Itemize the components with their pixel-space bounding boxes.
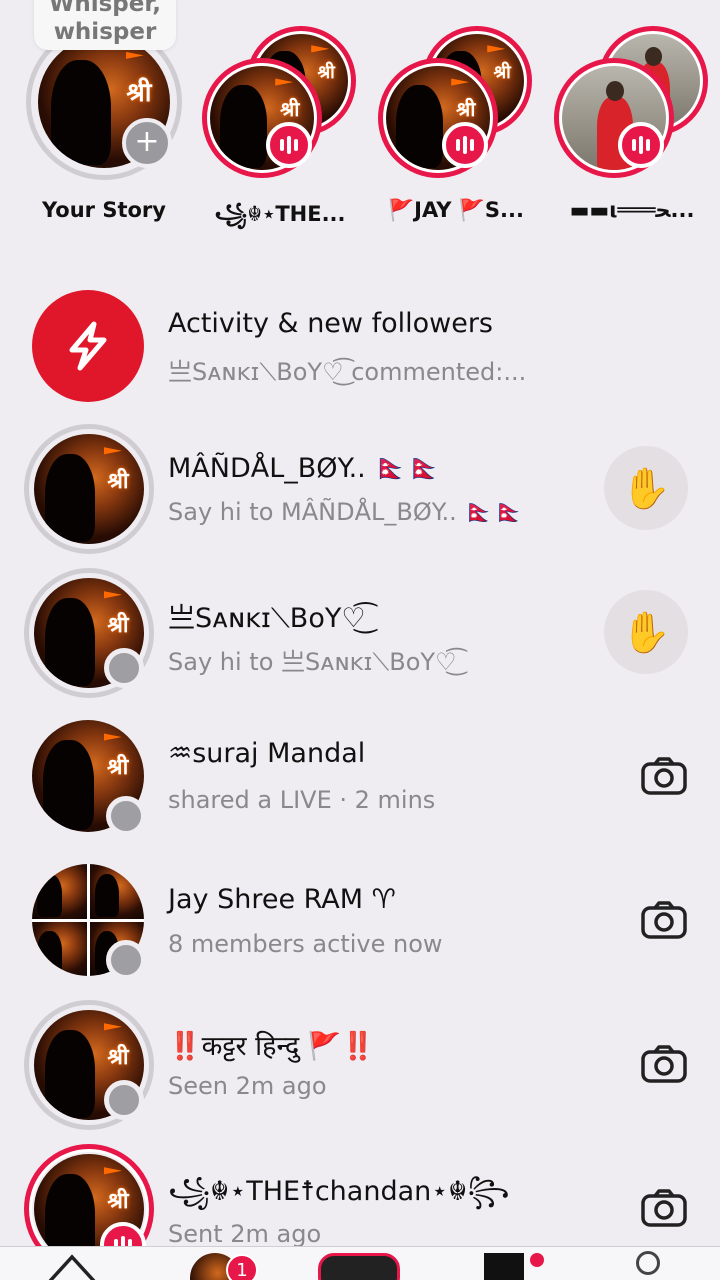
story-your-story[interactable]: श्री + Whisper, whisper Your Story bbox=[16, 0, 192, 240]
chat-title: ꧁☬⋆THE☨chandan⋆☬꧂ bbox=[168, 1176, 510, 1207]
status-dot bbox=[106, 940, 146, 980]
story-label: Your Story bbox=[42, 198, 166, 222]
bottom-nav bbox=[0, 1246, 720, 1280]
chat-title: ♒suraj Mandal bbox=[168, 738, 366, 769]
status-dot bbox=[104, 1080, 144, 1120]
chat-row[interactable]: श्री MÂÑDÅL_BØY.. 🇳🇵🇳🇵 Say hi to MÂÑDÅL_… bbox=[0, 416, 720, 556]
waving-hand-icon[interactable]: ✋ bbox=[604, 590, 688, 674]
chat-subtitle: Say hi to MÂÑDÅL_BØY.. 🇳🇵🇳🇵 bbox=[168, 498, 525, 526]
activity-row[interactable]: Activity & new followers 亗Sᴀɴᴋɪ⟍BoY♡͜͡ c… bbox=[0, 272, 720, 412]
camera-icon[interactable] bbox=[640, 900, 688, 940]
create-icon[interactable] bbox=[318, 1253, 400, 1280]
chat-title: Jay Shree RAM ♈ bbox=[168, 884, 396, 915]
notification-dot bbox=[530, 1253, 544, 1267]
home-icon[interactable] bbox=[46, 1251, 98, 1280]
chat-row[interactable]: Jay Shree RAM ♈ 8 members active now bbox=[0, 848, 720, 988]
story-item[interactable]: ▬▬ι═══ﺤ... bbox=[544, 0, 720, 240]
whisper-bubble: Whisper, whisper bbox=[34, 0, 176, 50]
messages-icon[interactable] bbox=[484, 1253, 524, 1280]
chat-row[interactable]: श्री 亗Sᴀɴᴋɪ⟍BoY♡͜͡ Say hi to 亗Sᴀɴᴋɪ⟍BoY♡… bbox=[0, 560, 720, 700]
story-label: ꧁☬⋆THE... bbox=[214, 202, 346, 226]
live-icon bbox=[266, 122, 312, 168]
status-dot bbox=[104, 648, 144, 688]
story-label: ▬▬ι═══ﺤ... bbox=[569, 198, 695, 222]
avatar: श्री bbox=[34, 434, 144, 544]
chat-subtitle: Seen 2m ago bbox=[168, 1072, 327, 1100]
chat-row[interactable]: श्री ‼️कट्टर हिन्दु 🚩‼️ Seen 2m ago bbox=[0, 992, 720, 1132]
chat-title: ‼️कट्टर हिन्दु 🚩‼️ bbox=[168, 1031, 376, 1062]
live-icon bbox=[618, 122, 664, 168]
story-item[interactable]: श्री श्री ꧁☬⋆THE... bbox=[192, 0, 368, 240]
chat-title: Activity & new followers bbox=[168, 308, 493, 339]
chat-subtitle: 8 members active now bbox=[168, 930, 443, 958]
chat-subtitle: shared a LIVE · 2 mins bbox=[168, 786, 436, 814]
chat-row[interactable]: श्री ♒suraj Mandal shared a LIVE · 2 min… bbox=[0, 704, 720, 844]
story-label: 🚩JAY 🚩S... bbox=[388, 198, 524, 222]
stories-row: श्री + Whisper, whisper Your Story श्री … bbox=[0, 0, 720, 250]
live-icon bbox=[442, 122, 488, 168]
add-story-icon[interactable]: + bbox=[122, 118, 172, 168]
chat-subtitle: Say hi to 亗Sᴀɴᴋɪ⟍BoY♡͜͡ bbox=[168, 648, 457, 676]
chat-subtitle: 亗Sᴀɴᴋɪ⟍BoY♡͜͡ commented:... bbox=[168, 358, 527, 386]
lightning-icon bbox=[32, 290, 144, 402]
nav-badge: 1 bbox=[226, 1254, 258, 1280]
search-icon[interactable] bbox=[636, 1251, 660, 1275]
waving-hand-icon[interactable]: ✋ bbox=[604, 446, 688, 530]
camera-icon[interactable] bbox=[640, 1188, 688, 1228]
chat-title: MÂÑDÅL_BØY.. 🇳🇵🇳🇵 bbox=[168, 453, 442, 484]
chat-subtitle: Sent 2m ago bbox=[168, 1220, 322, 1246]
chat-title: 亗Sᴀɴᴋɪ⟍BoY♡͜͡ bbox=[168, 603, 366, 634]
camera-icon[interactable] bbox=[640, 1044, 688, 1084]
status-dot bbox=[106, 796, 146, 836]
camera-icon[interactable] bbox=[640, 756, 688, 796]
chat-row[interactable]: श्री ꧁☬⋆THE☨chandan⋆☬꧂ Sent 2m ago bbox=[0, 1136, 720, 1246]
story-item[interactable]: श्री श्री 🚩JAY 🚩S... bbox=[368, 0, 544, 240]
